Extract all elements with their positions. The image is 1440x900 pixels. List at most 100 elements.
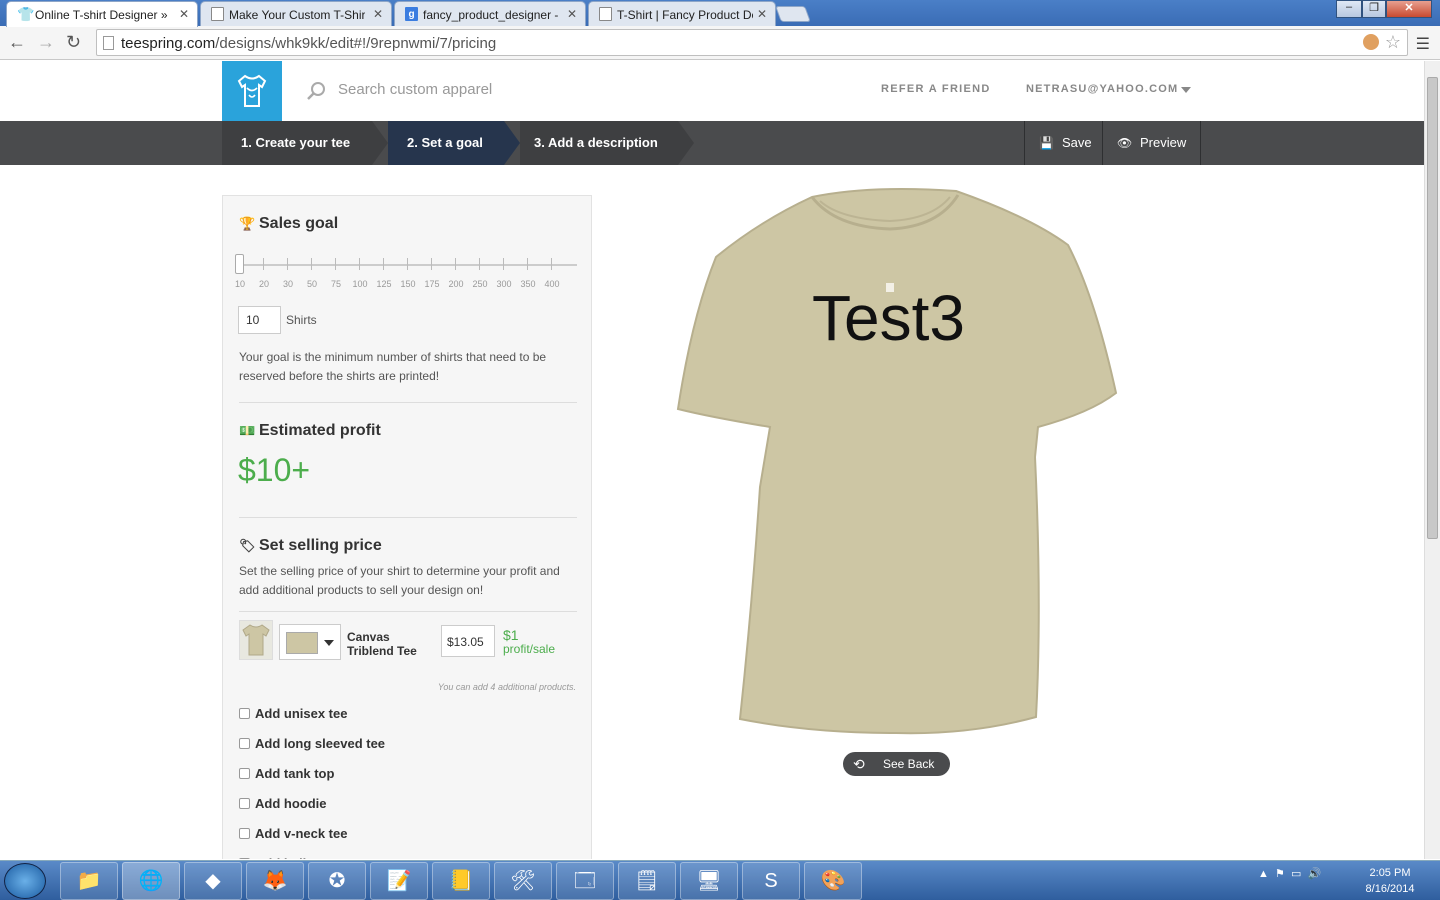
step-add-a-description[interactable]: 3. Add a description: [520, 121, 678, 165]
trophy-icon: 🏆: [239, 216, 256, 231]
product-thumbnail: [239, 620, 273, 660]
rotate-icon: ⟲: [853, 756, 865, 772]
tab-close-icon[interactable]: ✕: [179, 7, 189, 21]
back-icon[interactable]: ←: [8, 32, 26, 53]
tab-online-tshirt-designer[interactable]: 👕 Online T-shirt Designer » E ✕: [6, 1, 198, 27]
page-content: Search custom apparel REFER A FRIEND NET…: [0, 61, 1424, 859]
minimize-button[interactable]: –: [1336, 0, 1362, 18]
slider-handle[interactable]: [235, 254, 244, 274]
slider-tick-label: 250: [472, 279, 488, 289]
url-text[interactable]: teespring.com/designs/whk9kk/edit#!/9rep…: [121, 35, 496, 52]
slider-tick: [287, 258, 288, 270]
tab-fancy-product-designer-search[interactable]: g fancy_product_designer - ✕: [394, 1, 586, 26]
add-product-checkbox[interactable]: Add unisex tee: [239, 706, 347, 721]
chrome-menu-icon[interactable]: ☰: [1416, 34, 1430, 54]
checkbox[interactable]: [239, 738, 250, 749]
google-favicon-icon: g: [405, 7, 418, 21]
sales-goal-slider[interactable]: [235, 254, 577, 274]
paint-taskbar-icon[interactable]: 🎨: [804, 862, 862, 900]
checkbox-label: Add v-neck tee: [255, 826, 348, 841]
goal-input[interactable]: 10: [238, 306, 281, 334]
sticky-notes-taskbar-icon[interactable]: 🗒: [618, 862, 676, 900]
editor-taskbar-icon[interactable]: 📒: [432, 862, 490, 900]
new-tab-button[interactable]: [775, 6, 811, 22]
slider-tick-label: 30: [282, 279, 294, 289]
slider-tick-label: 10: [234, 279, 246, 289]
account-menu[interactable]: NETRASU@YAHOO.COM: [1026, 83, 1178, 95]
slider-tick-label: 150: [400, 279, 416, 289]
start-button[interactable]: [4, 863, 46, 899]
notes-taskbar-icon[interactable]: 📝: [370, 862, 428, 900]
clock-date: 8/16/2014: [1365, 883, 1415, 895]
extension-icon[interactable]: [1363, 34, 1379, 50]
tab-tshirt-fancy-product[interactable]: T-Shirt | Fancy Product De ✕: [588, 1, 776, 26]
checkbox-label: Add unisex tee: [255, 706, 348, 721]
add-product-checkbox[interactable]: Add v-neck tee: [239, 826, 347, 841]
close-window-button[interactable]: ✕: [1386, 0, 1432, 18]
tab-close-icon[interactable]: ✕: [567, 7, 577, 21]
add-product-checkbox[interactable]: Add hoodie: [239, 796, 327, 811]
save-button[interactable]: 💾 Save: [1024, 121, 1102, 165]
slider-tick: [527, 258, 528, 270]
product-name: Canvas Triblend Tee: [347, 630, 417, 658]
slider-tick-label: 400: [544, 279, 560, 289]
system-tray-icons[interactable]: ▲ ⚑ ▭ 🔊: [1258, 867, 1321, 880]
tools-taskbar-icon[interactable]: 🛠: [494, 862, 552, 900]
slider-tick-label: 100: [352, 279, 368, 289]
slider-tick: [431, 258, 432, 270]
system-clock[interactable]: 2:05 PM 8/16/2014: [1358, 865, 1422, 897]
tab-title: T-Shirt | Fancy Product De: [617, 8, 753, 22]
clock-time: 2:05 PM: [1369, 867, 1411, 879]
address-bar[interactable]: teespring.com/designs/whk9kk/edit#!/9rep…: [96, 29, 1408, 56]
firefox-taskbar-icon[interactable]: 🦊: [246, 862, 304, 900]
scrollbar-thumb[interactable]: [1427, 77, 1438, 539]
checkbox[interactable]: [239, 858, 250, 859]
add-product-checkbox[interactable]: Add long sleeved tee: [239, 736, 385, 751]
tab-close-icon[interactable]: ✕: [373, 7, 383, 21]
page-scrollbar[interactable]: [1424, 61, 1440, 859]
slider-tick-label: 175: [424, 279, 440, 289]
checkbox-label: Add ladies tee: [255, 856, 343, 859]
save-label: Save: [1062, 135, 1092, 150]
add-product-checkbox[interactable]: Add ladies tee: [239, 856, 343, 859]
checkbox[interactable]: [239, 708, 250, 719]
goal-help-text: Your goal is the minimum number of shirt…: [239, 350, 547, 383]
see-back-label: See Back: [883, 757, 935, 771]
reload-icon[interactable]: ↻: [66, 32, 81, 53]
window-taskbar-icon[interactable]: 🗔: [556, 862, 614, 900]
step-create-your-tee[interactable]: 1. Create your tee: [222, 121, 372, 165]
checkbox[interactable]: [239, 768, 250, 779]
color-select[interactable]: [279, 624, 341, 660]
skype-taskbar-icon[interactable]: S: [742, 862, 800, 900]
app-taskbar-icon[interactable]: ✪: [308, 862, 366, 900]
checkbox-label: Add hoodie: [255, 796, 327, 811]
tab-make-custom-tshirt[interactable]: Make Your Custom T-Shirt ✕: [200, 1, 392, 26]
add-product-checkbox[interactable]: Add tank top: [239, 766, 334, 781]
caret-down-icon[interactable]: [1181, 87, 1191, 93]
tab-close-icon[interactable]: ✕: [757, 7, 767, 21]
forward-icon[interactable]: →: [37, 32, 55, 53]
see-back-button[interactable]: ⟲ See Back: [843, 752, 950, 776]
shirt-design-text[interactable]: Test3: [812, 281, 965, 355]
step-arrow: [678, 121, 694, 165]
maximize-button[interactable]: ❐: [1362, 0, 1386, 18]
bookmark-star-icon[interactable]: ☆: [1385, 32, 1401, 53]
chrome-taskbar-icon[interactable]: 🌐: [122, 862, 180, 900]
price-help-text: Set the selling price of your shirt to d…: [239, 564, 560, 597]
step-arrow: [372, 121, 388, 165]
visual-studio-taskbar-icon[interactable]: ◆: [184, 862, 242, 900]
selling-price-input[interactable]: $13.05: [441, 625, 495, 657]
divider: [239, 611, 577, 612]
refer-a-friend-link[interactable]: REFER A FRIEND: [881, 83, 991, 95]
preview-button[interactable]: 👁 Preview: [1102, 121, 1201, 165]
teespring-logo[interactable]: [222, 61, 282, 121]
search-input[interactable]: Search custom apparel: [338, 81, 492, 98]
estimated-profit-value: $10+: [238, 452, 311, 488]
slider-tick-label: 20: [258, 279, 270, 289]
checkbox[interactable]: [239, 828, 250, 839]
step-set-a-goal[interactable]: 2. Set a goal: [388, 121, 504, 165]
explorer-taskbar-icon[interactable]: 📁: [60, 862, 118, 900]
control-panel-taskbar-icon[interactable]: 🖥: [680, 862, 738, 900]
checkbox-label: Add long sleeved tee: [255, 736, 386, 751]
checkbox[interactable]: [239, 798, 250, 809]
